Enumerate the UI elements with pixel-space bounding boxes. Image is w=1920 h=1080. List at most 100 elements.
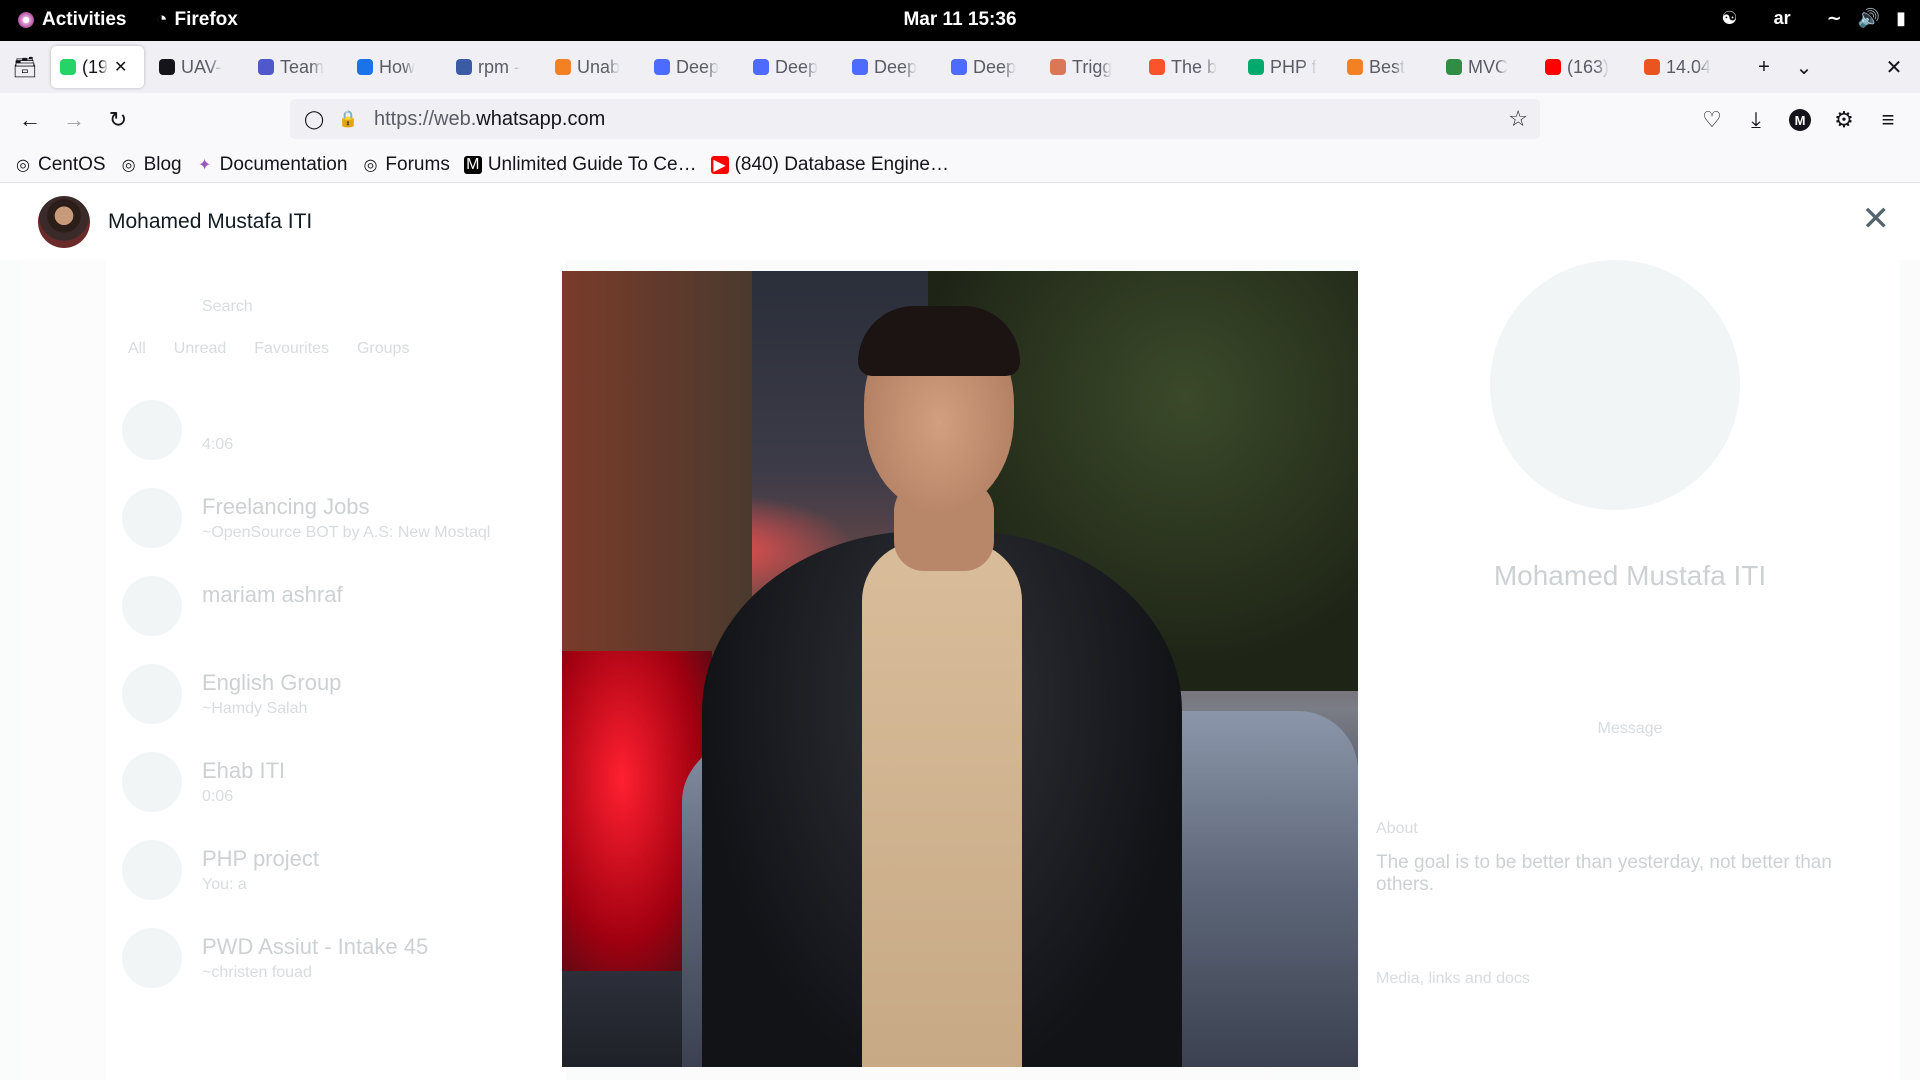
- menu-button[interactable]: ≡: [1866, 98, 1910, 142]
- bookmark-label: Blog: [143, 153, 182, 175]
- contact-info-name: Mohamed Mustafa ITI: [1493, 560, 1767, 591]
- pocket-button[interactable]: ♡: [1690, 98, 1734, 142]
- youtube-icon: [1545, 59, 1561, 75]
- tab[interactable]: Team: [249, 46, 348, 88]
- system-top-bar: Activities ◔ Firefox Mar 11 15:36 ☯ ar ∼…: [0, 0, 1920, 41]
- stackoverflow-icon: [555, 59, 571, 75]
- tab[interactable]: The b: [1140, 46, 1239, 88]
- bookmark-item[interactable]: ▶ (840) Database Engine…: [710, 154, 949, 176]
- deepseek-icon: [951, 59, 967, 75]
- url-bar[interactable]: ◯ 🔒 https://web.whatsapp.com ☆: [290, 99, 1540, 139]
- github-icon: [159, 59, 175, 75]
- url-text[interactable]: https://web.whatsapp.com: [374, 108, 605, 131]
- wifi-icon[interactable]: ∼: [1827, 8, 1842, 29]
- forward-button[interactable]: →: [52, 98, 96, 142]
- tab[interactable]: Deep: [843, 46, 942, 88]
- puzzle-icon: ✦: [197, 156, 212, 174]
- downloads-button[interactable]: ⤓: [1734, 98, 1778, 142]
- tabs-container: (19 ✕ UAV- Team How rpm - Unab Deep Deep Deep Deep…: [45, 46, 1734, 88]
- arrow-right-icon: →: [63, 107, 85, 132]
- bookmark-item[interactable]: ◎ CentOS: [14, 154, 106, 176]
- chat-title: Freelancing Jobs: [202, 494, 370, 519]
- system-tray[interactable]: ☯ ar ∼ 🔊 ▮: [1721, 8, 1906, 29]
- chevron-down-icon: ⌄: [1795, 56, 1813, 79]
- input-method-indicator[interactable]: ar: [1774, 8, 1791, 29]
- bookmark-label: Unlimited Guide To Ce…: [487, 153, 697, 175]
- bookmark-item[interactable]: M Unlimited Guide To Ce…: [463, 153, 697, 176]
- account-avatar: M: [1789, 109, 1811, 131]
- bookmark-item[interactable]: ◎ Blog: [120, 154, 182, 176]
- sync-icon: [357, 59, 373, 75]
- bookmark-item[interactable]: ✦ Documentation: [196, 154, 348, 176]
- tab[interactable]: MVC: [1437, 46, 1536, 88]
- tab-title: How: [379, 56, 416, 77]
- tab-title: Team: [280, 56, 325, 77]
- tab-title: 14.04: [1666, 56, 1712, 77]
- account-button[interactable]: M: [1778, 98, 1822, 142]
- tab[interactable]: UAV-: [150, 46, 249, 88]
- bookmark-item[interactable]: ◎ Forums: [361, 154, 449, 176]
- back-button[interactable]: ←: [8, 98, 52, 142]
- list-all-tabs-button[interactable]: ⌄: [1784, 47, 1824, 87]
- bookmark-star-icon[interactable]: ☆: [1508, 106, 1528, 132]
- whatsapp-web-page: Search All Unread Favourites Groups 4:06 Fre…: [0, 184, 1920, 1080]
- chat-avatar: [122, 576, 182, 636]
- tab[interactable]: How: [348, 46, 447, 88]
- tab-title: rpm -: [478, 56, 520, 77]
- tab-title: MVC: [1468, 56, 1508, 77]
- tab-title: Trigg: [1072, 56, 1113, 77]
- tab[interactable]: (19 ✕: [51, 46, 144, 88]
- contact-avatar[interactable]: [38, 196, 90, 248]
- profile-photo: [562, 271, 1358, 1067]
- bookmark-label: CentOS: [38, 153, 106, 175]
- volume-icon[interactable]: 🔊: [1858, 8, 1880, 29]
- close-viewer-button[interactable]: ✕: [1862, 202, 1891, 236]
- hamburger-menu-icon: ≡: [1881, 107, 1895, 132]
- stackoverflow-icon: [1347, 59, 1363, 75]
- close-tab-icon[interactable]: ✕: [114, 57, 127, 77]
- tracking-protection-shield-icon[interactable]: ◯: [304, 109, 324, 130]
- tab[interactable]: PHP f: [1239, 46, 1338, 88]
- tab[interactable]: rpm -: [447, 46, 546, 88]
- chat-preview: 0:06: [202, 788, 234, 805]
- accessibility-icon[interactable]: ☯: [1721, 8, 1737, 29]
- chat-avatar: [122, 752, 182, 812]
- chat-preview: You: a: [202, 876, 247, 893]
- firefox-view-button[interactable]: 🗃: [5, 47, 45, 87]
- tab[interactable]: Unab: [546, 46, 645, 88]
- chat-avatar: [122, 664, 182, 724]
- tab-title: PHP f: [1270, 56, 1317, 77]
- reload-button[interactable]: ↻: [96, 98, 140, 142]
- tab[interactable]: Deep: [645, 46, 744, 88]
- media-viewer-header: Mohamed Mustafa ITI ✕: [0, 184, 1920, 260]
- firefox-view-icon: 🗃: [12, 56, 38, 79]
- new-tab-button[interactable]: +: [1744, 47, 1784, 87]
- deepseek-icon: [753, 59, 769, 75]
- extensions-button[interactable]: ⚙: [1822, 98, 1866, 142]
- globe-icon: ◎: [16, 156, 30, 174]
- tab[interactable]: Best: [1338, 46, 1437, 88]
- tab[interactable]: (163): [1536, 46, 1635, 88]
- chat-filter: All: [128, 340, 146, 357]
- about-text: The goal is to be better than yesterday,…: [1376, 852, 1832, 895]
- chat-avatar: [122, 400, 182, 460]
- tab[interactable]: Deep: [744, 46, 843, 88]
- contact-info-panel: Mohamed Mustafa ITI Message About The go…: [1360, 260, 1900, 1080]
- chat-title: PHP project: [202, 846, 319, 871]
- battery-icon[interactable]: ▮: [1896, 8, 1906, 29]
- lock-icon[interactable]: 🔒: [338, 109, 358, 129]
- medium-icon: M: [463, 155, 482, 174]
- chat-preview: ~christen fouad: [202, 964, 312, 981]
- tab[interactable]: 14.04: [1635, 46, 1734, 88]
- close-window-button[interactable]: ✕: [1874, 47, 1914, 87]
- tab[interactable]: Trigg: [1041, 46, 1140, 88]
- side-rail: [22, 260, 106, 1080]
- chat-filter: Groups: [356, 340, 410, 357]
- tab-title: UAV-: [181, 56, 222, 77]
- chat-filters: All Unread Favourites Groups: [128, 340, 409, 358]
- clock[interactable]: Mar 11 15:36: [0, 9, 1920, 31]
- tab[interactable]: Deep: [942, 46, 1041, 88]
- download-icon: ⤓: [1751, 107, 1761, 132]
- contact-name[interactable]: Mohamed Mustafa ITI: [108, 210, 312, 234]
- about-label: About: [1376, 820, 1418, 837]
